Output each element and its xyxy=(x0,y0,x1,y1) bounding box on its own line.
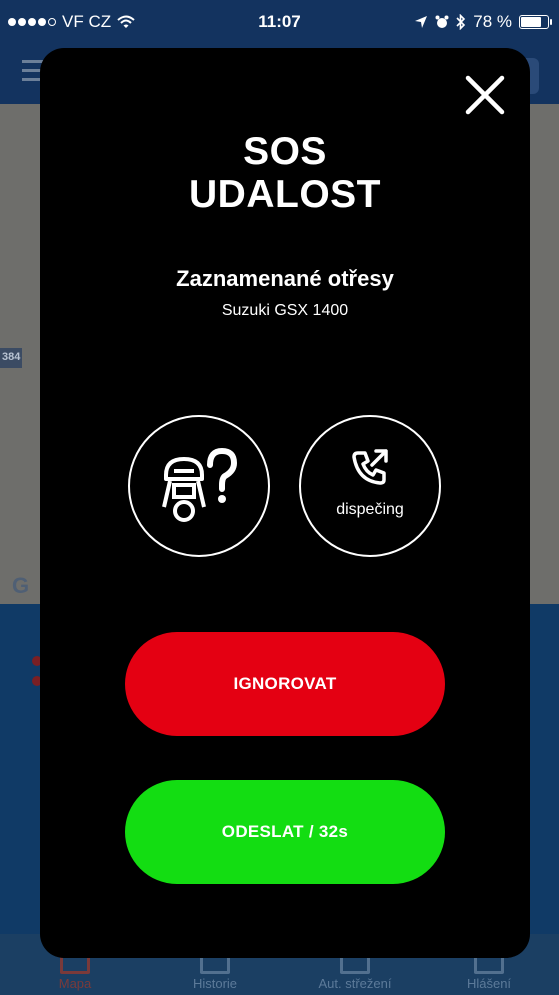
battery-level xyxy=(521,17,542,27)
status-icons: 78 % xyxy=(414,12,552,32)
tab-label: Aut. střežení xyxy=(318,976,392,991)
battery-percent: 78 % xyxy=(473,12,512,31)
title-line-2: UDALOST xyxy=(189,173,381,216)
phone-outgoing-icon xyxy=(352,449,388,485)
title-line-1: SOS xyxy=(243,130,327,173)
tab-label: Mapa xyxy=(58,976,92,991)
ignore-button[interactable]: IGNOROVAT xyxy=(125,632,445,736)
battery-icon xyxy=(519,15,552,29)
rider-question-icon xyxy=(162,447,238,522)
close-button[interactable] xyxy=(462,72,508,118)
status-bar: VF CZ 11:07 78 % xyxy=(0,0,559,44)
map-logo: G xyxy=(12,573,30,598)
tab-label: Historie xyxy=(192,976,238,991)
alarm-icon xyxy=(435,15,449,28)
location-arrow-icon xyxy=(415,16,428,28)
vehicle-name: Suzuki GSX 1400 xyxy=(221,302,349,319)
rider-status-button[interactable] xyxy=(128,415,270,557)
dispatch-call-button[interactable]: dispečing xyxy=(299,415,441,557)
screen: 384 G Mapa Historie Aut. střežení Hlášen… xyxy=(0,0,559,995)
dispatch-label: dispečing xyxy=(336,501,404,518)
modal-title: SOS UDALOST xyxy=(40,130,530,216)
send-button[interactable]: ODESLAT / 32s xyxy=(125,780,445,884)
close-icon xyxy=(465,75,505,115)
bluetooth-icon xyxy=(456,14,466,30)
event-subtitle: Zaznamenané otřesy xyxy=(176,266,394,291)
tab-label: Hlášení xyxy=(466,976,512,991)
road-number-label: 384 xyxy=(0,348,22,368)
sos-modal: SOS UDALOST Zaznamenané otřesy Suzuki GS… xyxy=(40,48,530,958)
